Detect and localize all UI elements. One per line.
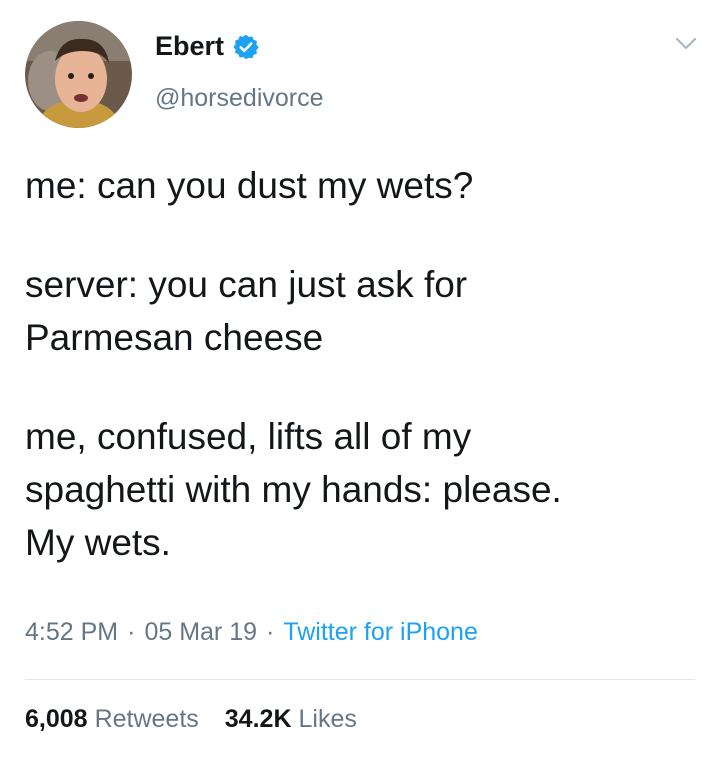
tweet-meta: 4:52 PM · 05 Mar 19 · Twitter for iPhone [25, 618, 478, 647]
author-handle[interactable]: @horsedivorce [155, 84, 324, 113]
meta-separator: · [127, 618, 136, 646]
meta-separator: · [266, 618, 275, 646]
avatar[interactable] [25, 21, 132, 128]
display-name[interactable]: Ebert [155, 31, 224, 62]
tweet-paragraph: me, confused, lifts all of my spaghetti … [25, 416, 562, 563]
likes-count: 34.2K [224, 705, 292, 733]
chevron-down-icon[interactable] [675, 36, 697, 52]
tweet-source-link[interactable]: Twitter for iPhone [283, 618, 478, 647]
tweet-text: me: can you dust my wets? server: you ca… [25, 159, 695, 569]
retweets-label: Retweets [94, 705, 199, 733]
avatar-image [25, 21, 132, 128]
divider [25, 679, 695, 680]
retweets-count: 6,008 [25, 705, 88, 733]
retweets-stat[interactable]: 6,008 Retweets [25, 705, 199, 734]
tweet-date[interactable]: 05 Mar 19 [144, 618, 257, 647]
likes-stat[interactable]: 34.2K Likes [225, 705, 357, 734]
tweet-paragraph: me: can you dust my wets? [25, 165, 474, 206]
verified-badge-icon [233, 34, 259, 59]
likes-label: Likes [298, 705, 357, 733]
tweet-paragraph: server: you can just ask for Parmesan ch… [25, 264, 468, 358]
tweet-stats: 6,008 Retweets 34.2K Likes [25, 705, 357, 734]
author-row: Ebert [155, 31, 260, 62]
tweet-card: Ebert @horsedivorce me: can you dust my … [0, 0, 720, 762]
tweet-time[interactable]: 4:52 PM [25, 618, 118, 647]
